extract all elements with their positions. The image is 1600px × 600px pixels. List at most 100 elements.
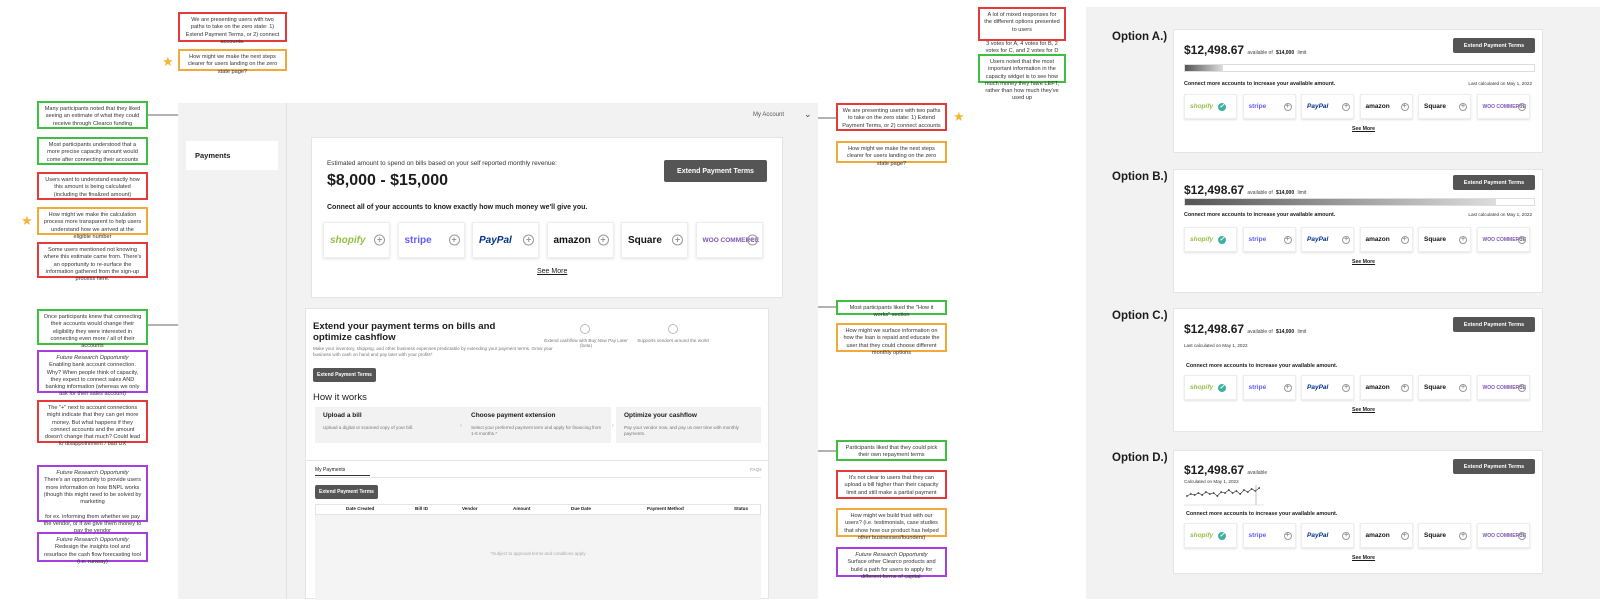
plus-icon[interactable]: + bbox=[1400, 383, 1409, 392]
logo-tile-woocommerce[interactable]: WOO COMMERCE + bbox=[1476, 94, 1530, 119]
plus-icon[interactable]: + bbox=[1283, 531, 1292, 540]
logo-tile-square[interactable]: Square + bbox=[621, 222, 688, 258]
plus-icon[interactable]: + bbox=[1283, 235, 1292, 244]
check-icon[interactable]: ✓ bbox=[1218, 102, 1226, 111]
sparkline-point bbox=[1246, 491, 1249, 493]
limit-suffix: limit bbox=[1297, 329, 1307, 335]
see-more-link[interactable]: See More bbox=[1352, 407, 1375, 413]
tab-my-payments[interactable]: My Payments bbox=[315, 467, 370, 476]
logo-tile-paypal[interactable]: PayPal + bbox=[472, 222, 539, 258]
table-column-header: Due Date bbox=[571, 506, 591, 511]
logo-tile-shopify[interactable]: shopify ✓ bbox=[1184, 375, 1237, 400]
plus-icon[interactable]: + bbox=[1342, 235, 1350, 244]
extend-payment-terms-button[interactable]: Extend Payment Terms bbox=[1453, 459, 1535, 474]
logo-tile-amazon[interactable]: amazon + bbox=[1359, 227, 1413, 252]
sparkline-point bbox=[1193, 494, 1196, 496]
plus-icon[interactable]: + bbox=[672, 234, 683, 246]
check-icon[interactable]: ✓ bbox=[1218, 531, 1226, 540]
note-right-trust: How might we build trust with our users?… bbox=[836, 508, 947, 541]
plus-icon[interactable]: + bbox=[597, 234, 609, 246]
logo-tile-square[interactable]: Square + bbox=[1418, 94, 1471, 119]
plus-icon[interactable]: + bbox=[746, 234, 758, 246]
amount-value: $12,498.67 bbox=[1184, 183, 1245, 197]
step-arrow-icon: › bbox=[460, 423, 462, 429]
plus-icon[interactable]: + bbox=[1400, 102, 1409, 111]
logo-tile-shopify[interactable]: shopify ✓ bbox=[1184, 94, 1237, 119]
sidebar-item-payments[interactable]: Payments bbox=[186, 141, 278, 170]
logo-tile-shopify[interactable]: shopify ✓ bbox=[1184, 523, 1237, 548]
see-more-link[interactable]: See More bbox=[1352, 259, 1375, 265]
paypal-logo: PayPal bbox=[1307, 103, 1329, 110]
my-account-menu[interactable]: My Account bbox=[753, 112, 784, 118]
extend-payment-terms-button-small[interactable]: Extend Payment Terms bbox=[313, 368, 376, 382]
logo-tile-woocommerce[interactable]: WOO COMMERCE + bbox=[1476, 523, 1530, 548]
logo-tile-amazon[interactable]: amazon + bbox=[1359, 523, 1413, 548]
logo-tile-square[interactable]: Square + bbox=[1418, 227, 1471, 252]
plus-icon[interactable]: + bbox=[1342, 383, 1350, 392]
check-icon[interactable]: ✓ bbox=[1218, 235, 1226, 244]
faq-link[interactable]: FAQs bbox=[750, 467, 762, 472]
logo-tile-stripe[interactable]: stripe + bbox=[397, 222, 465, 258]
logo-tile-paypal[interactable]: PayPal + bbox=[1301, 94, 1354, 119]
logo-tile-shopify[interactable]: shopify + bbox=[323, 222, 390, 258]
logo-tile-woocommerce[interactable]: WOO COMMERCE + bbox=[1476, 375, 1530, 400]
plus-icon[interactable]: + bbox=[1283, 383, 1292, 392]
chevron-down-icon[interactable]: ⌄ bbox=[804, 109, 812, 120]
plus-icon[interactable]: + bbox=[1459, 102, 1467, 111]
plus-icon[interactable]: + bbox=[1459, 531, 1467, 540]
logo-tile-amazon[interactable]: amazon + bbox=[1359, 94, 1413, 119]
logo-tile-amazon[interactable]: amazon + bbox=[546, 222, 614, 258]
logo-tile-stripe[interactable]: stripe + bbox=[1242, 227, 1296, 252]
note-right-repayment: How might we surface information on how … bbox=[836, 323, 947, 356]
stripe-logo: stripe bbox=[1248, 384, 1267, 391]
plus-icon[interactable]: + bbox=[523, 234, 534, 246]
plus-icon[interactable]: + bbox=[1517, 383, 1526, 392]
plus-icon[interactable]: + bbox=[1517, 235, 1526, 244]
logo-tile-paypal[interactable]: PayPal + bbox=[1301, 375, 1354, 400]
logo-tile-square[interactable]: Square + bbox=[1418, 523, 1471, 548]
logo-tile-woocommerce[interactable]: WOO COMMERCE + bbox=[695, 222, 763, 258]
extend-payment-terms-button[interactable]: Extend Payment Terms bbox=[664, 160, 767, 182]
plus-icon[interactable]: + bbox=[374, 234, 385, 246]
plus-icon[interactable]: + bbox=[1517, 102, 1526, 111]
extend-payment-terms-button[interactable]: Extend Payment Terms bbox=[1453, 175, 1535, 190]
star-icon: ★ bbox=[21, 213, 33, 228]
capacity-bar-fill bbox=[1185, 199, 1496, 205]
logo-tile-paypal[interactable]: PayPal + bbox=[1301, 523, 1354, 548]
plus-icon[interactable]: + bbox=[1400, 531, 1409, 540]
logo-tile-stripe[interactable]: stripe + bbox=[1242, 94, 1296, 119]
table-footnote: *Subject to approval terms and condition… bbox=[490, 551, 586, 556]
plus-icon[interactable]: + bbox=[1283, 102, 1292, 111]
plus-icon[interactable]: + bbox=[448, 234, 460, 246]
table-extend-button[interactable]: Extend Payment Terms bbox=[315, 485, 378, 499]
extend-description: Make your inventory, shipping, and other… bbox=[313, 346, 553, 358]
logo-tile-amazon[interactable]: amazon + bbox=[1359, 375, 1413, 400]
logo-tile-stripe[interactable]: stripe + bbox=[1242, 375, 1296, 400]
square-logo: Square bbox=[1424, 103, 1447, 110]
see-more-link[interactable]: See More bbox=[537, 268, 567, 275]
extend-payment-terms-button[interactable]: Extend Payment Terms bbox=[1453, 38, 1535, 53]
logo-tile-paypal[interactable]: PayPal + bbox=[1301, 227, 1354, 252]
plus-icon[interactable]: + bbox=[1400, 235, 1409, 244]
check-icon[interactable]: ✓ bbox=[1218, 383, 1226, 392]
step-desc: Upload a digital or scanned copy of your… bbox=[323, 425, 414, 430]
plus-icon[interactable]: + bbox=[1342, 531, 1350, 540]
table-body bbox=[315, 515, 761, 600]
plus-icon[interactable]: + bbox=[1459, 235, 1467, 244]
logo-tile-stripe[interactable]: stripe + bbox=[1242, 523, 1296, 548]
star-icon: ★ bbox=[953, 109, 965, 124]
shopify-logo: shopify bbox=[1190, 532, 1214, 539]
sparkline-point bbox=[1235, 490, 1238, 492]
note-right-next-steps: How might we make the next steps clearer… bbox=[836, 141, 947, 167]
logo-tile-woocommerce[interactable]: WOO COMMERCE + bbox=[1476, 227, 1530, 252]
note-left-insights-tool: Future Research Opportunity Redesign the… bbox=[37, 532, 148, 565]
see-more-link[interactable]: See More bbox=[1352, 555, 1375, 561]
plus-icon[interactable]: + bbox=[1342, 102, 1350, 111]
available-label: available of bbox=[1247, 50, 1273, 56]
extend-payment-terms-button[interactable]: Extend Payment Terms bbox=[1453, 317, 1535, 332]
plus-icon[interactable]: + bbox=[1517, 531, 1526, 540]
logo-tile-shopify[interactable]: shopify ✓ bbox=[1184, 227, 1237, 252]
logo-tile-square[interactable]: Square + bbox=[1418, 375, 1471, 400]
plus-icon[interactable]: + bbox=[1459, 383, 1467, 392]
see-more-link[interactable]: See More bbox=[1352, 126, 1375, 132]
